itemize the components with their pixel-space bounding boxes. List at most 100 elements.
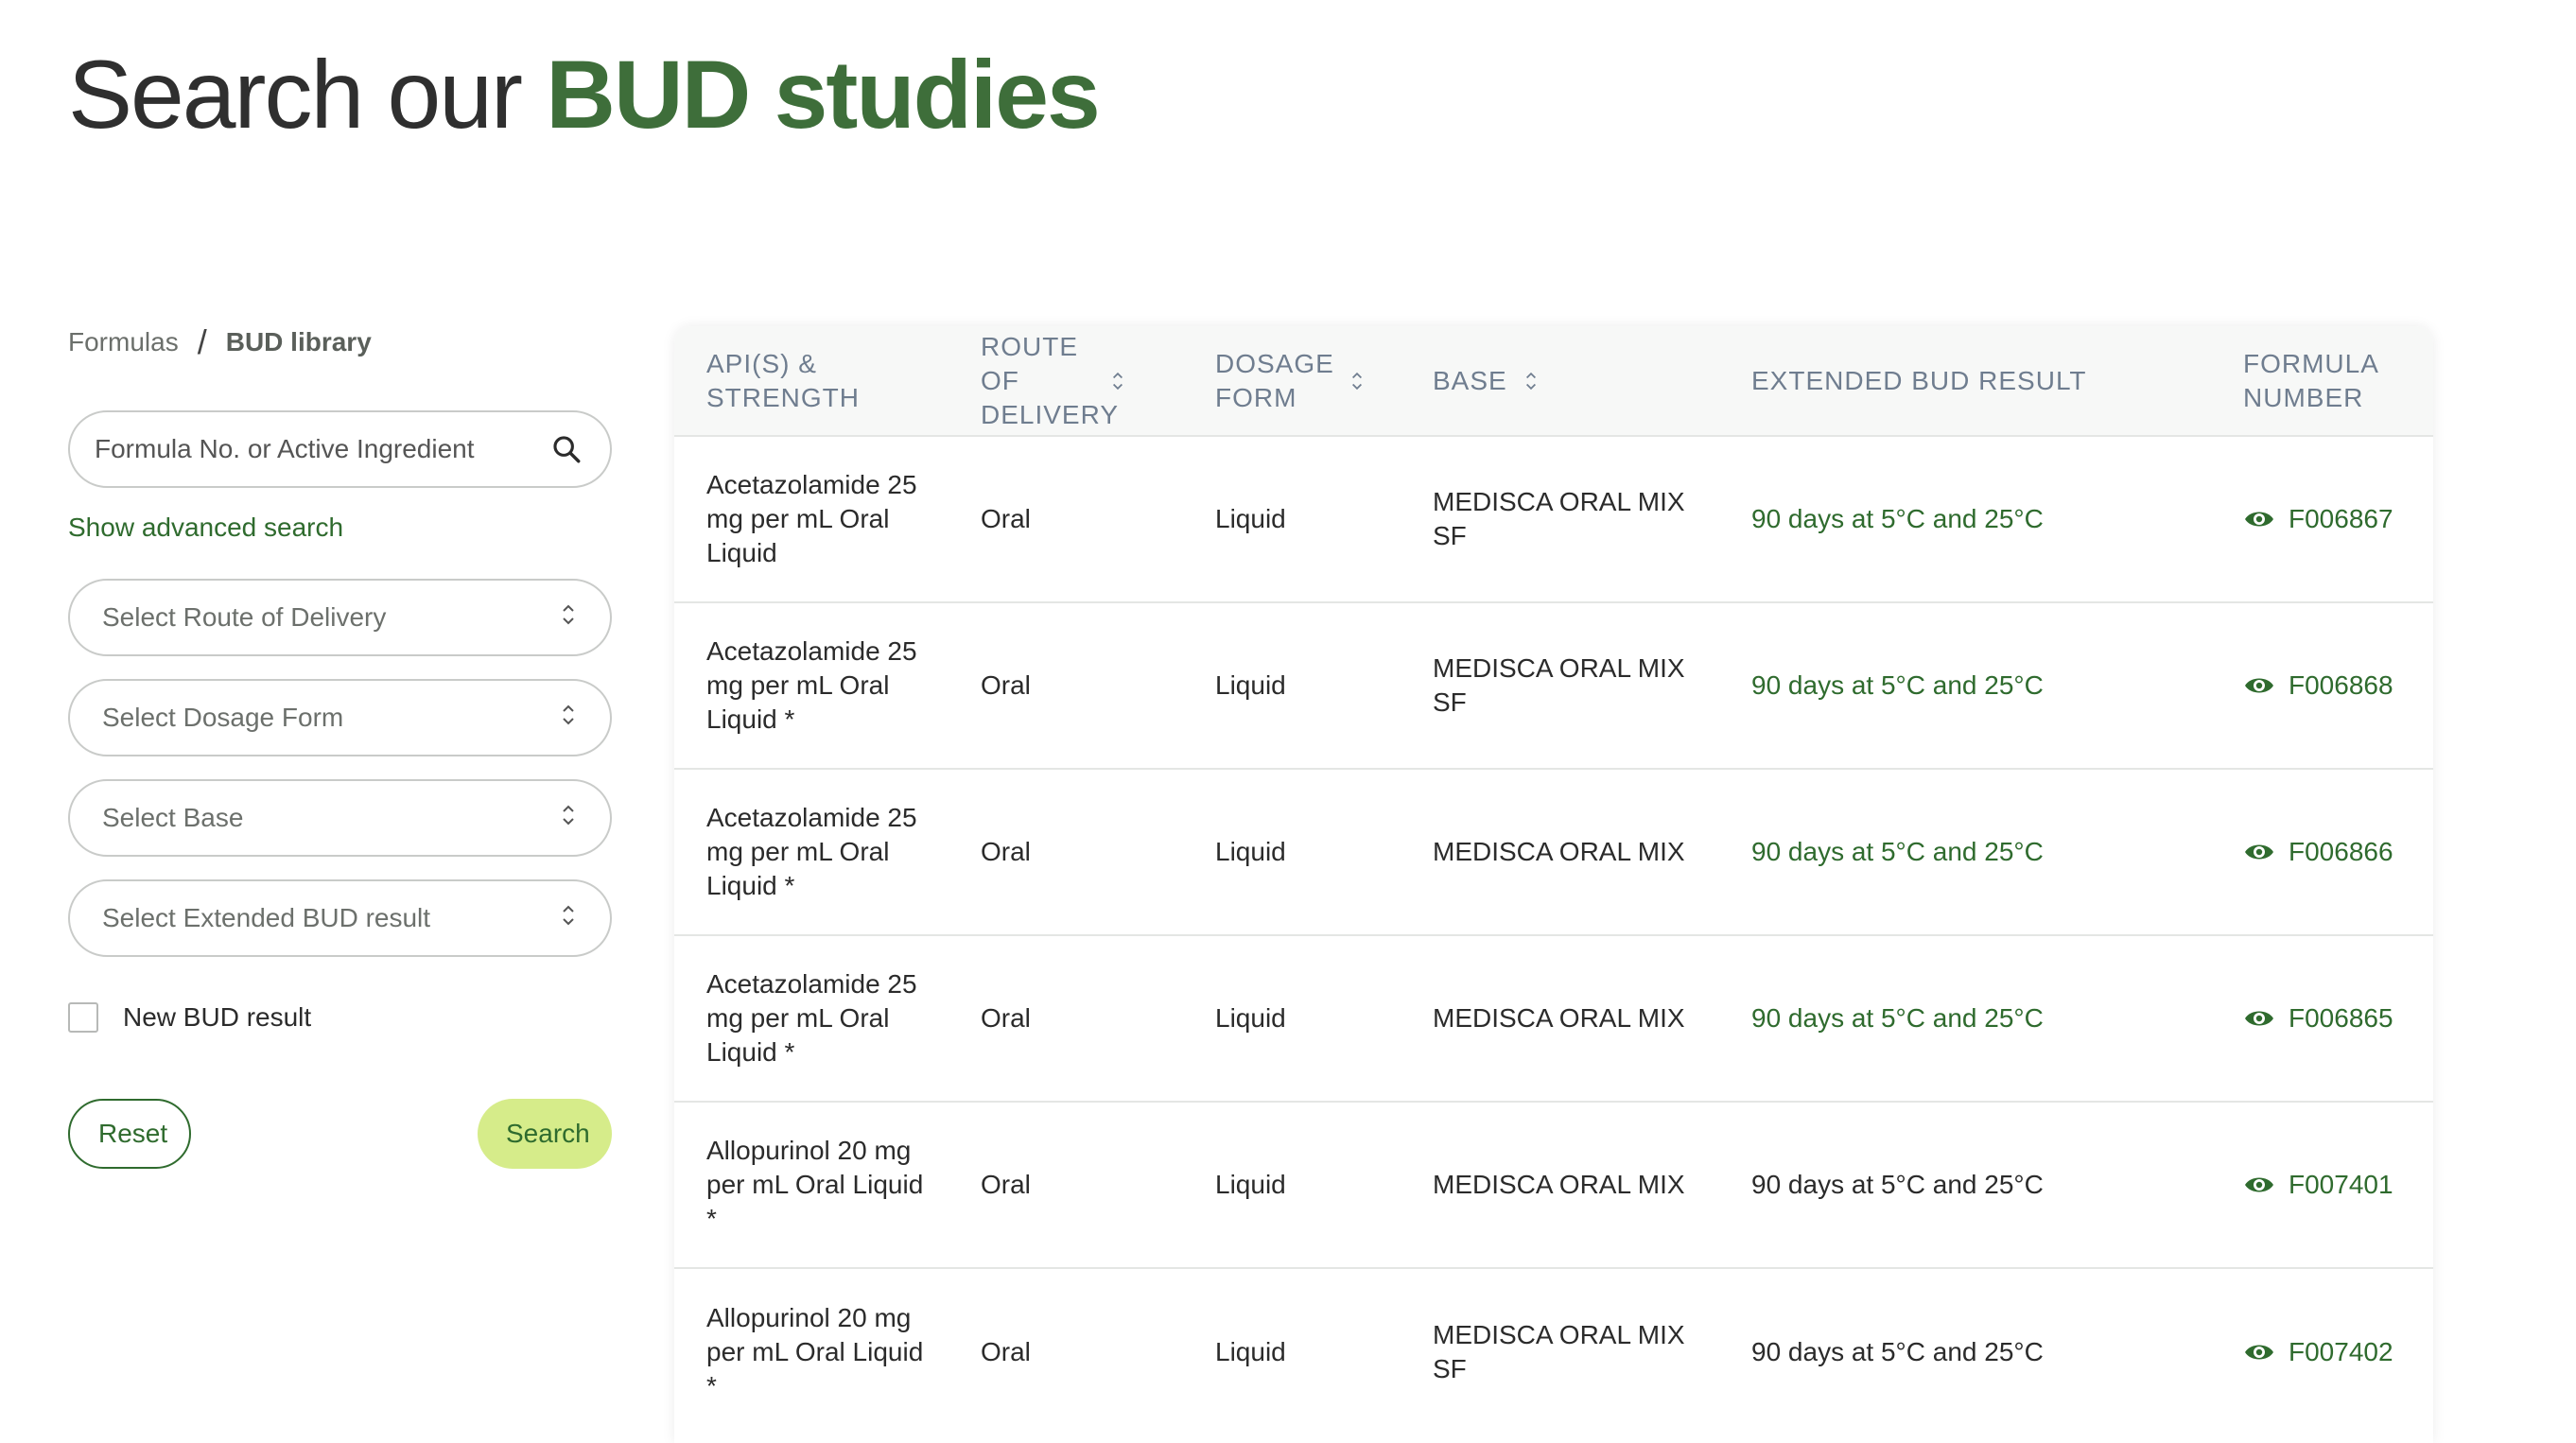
filter-selects: Select Route of Delivery Select Dosage F… xyxy=(68,579,612,957)
table-row: Acetazolamide 25 mg per mL Oral Liquid O… xyxy=(674,435,2433,602)
cell-extended-bud-result: 90 days at 5°C and 25°C xyxy=(1719,768,2211,935)
column-header-base[interactable]: BASE xyxy=(1401,326,1719,436)
column-header-formula-number: FORMULA NUMBER xyxy=(2211,326,2433,436)
formula-number: F007402 xyxy=(2289,1336,2393,1366)
filter-actions: Reset Search xyxy=(68,1099,612,1169)
base-select[interactable]: Select Base xyxy=(68,779,612,857)
dosage-form-select[interactable]: Select Dosage Form xyxy=(68,679,612,756)
formula-link[interactable]: F006867 xyxy=(2243,502,2411,536)
cell-base: MEDISCA ORAL MIX xyxy=(1401,934,1719,1102)
cell-api-strength: Acetazolamide 25 mg per mL Oral Liquid * xyxy=(674,768,949,935)
chevron-up-down-icon xyxy=(561,903,576,934)
column-header-extended-bud-result: EXTENDED BUD RESULT xyxy=(1719,326,2211,436)
search-icon[interactable] xyxy=(548,430,585,468)
formula-number: F006868 xyxy=(2289,670,2393,700)
new-bud-result-checkbox[interactable] xyxy=(68,1002,98,1033)
cell-dosage-form: Liquid xyxy=(1183,934,1401,1102)
eye-icon xyxy=(2243,1007,2275,1030)
sort-icon[interactable] xyxy=(1350,369,1364,393)
formula-link[interactable]: F006865 xyxy=(2243,1001,2411,1035)
column-header-label: API(S) & STRENGTH xyxy=(706,348,860,412)
cell-formula-number: F007401 xyxy=(2211,1101,2433,1268)
search-button[interactable]: Search xyxy=(478,1099,612,1169)
chevron-up-down-icon xyxy=(561,803,576,834)
formula-link[interactable]: F006866 xyxy=(2243,835,2411,869)
cell-dosage-form: Liquid xyxy=(1183,601,1401,769)
cell-extended-bud-result: 90 days at 5°C and 25°C xyxy=(1719,1267,2211,1434)
column-header-label: BASE xyxy=(1433,365,1507,395)
formula-number: F006865 xyxy=(2289,1003,2393,1033)
search-input[interactable] xyxy=(95,434,548,464)
column-header-label: ROUTE OF DELIVERY xyxy=(981,331,1119,429)
page-title-prefix: Search our xyxy=(68,41,547,148)
breadcrumb: Formulas / BUD library xyxy=(68,320,612,365)
cell-api-strength: Acetazolamide 25 mg per mL Oral Liquid * xyxy=(674,601,949,769)
column-header-label: EXTENDED BUD RESULT xyxy=(1751,365,2087,395)
select-label: Select Extended BUD result xyxy=(102,903,431,932)
cell-extended-bud-result: 90 days at 5°C and 25°C xyxy=(1719,435,2211,602)
filter-panel: Formulas / BUD library Show advanced sea… xyxy=(68,320,612,1169)
breadcrumb-current: BUD library xyxy=(225,327,372,356)
cell-formula-number: F006866 xyxy=(2211,768,2433,935)
column-header-api-strength: API(S) & STRENGTH xyxy=(674,326,949,436)
select-label: Select Base xyxy=(102,803,244,832)
table-header-row: API(S) & STRENGTH ROUTE OF DELIVERY DOSA… xyxy=(674,326,2433,436)
cell-route: Oral xyxy=(949,934,1183,1102)
table-row: Acetazolamide 25 mg per mL Oral Liquid *… xyxy=(674,934,2433,1102)
sort-icon[interactable] xyxy=(1524,369,1538,393)
cell-formula-number: F007402 xyxy=(2211,1267,2433,1434)
formula-number: F007401 xyxy=(2289,1170,2393,1199)
select-label: Select Route of Delivery xyxy=(102,602,387,632)
cell-api-strength: Acetazolamide 25 mg per mL Oral Liquid * xyxy=(674,934,949,1102)
extended-bud-result-select[interactable]: Select Extended BUD result xyxy=(68,879,612,957)
table-row: Acetazolamide 25 mg per mL Oral Liquid *… xyxy=(674,601,2433,769)
formula-link[interactable]: F007401 xyxy=(2243,1168,2411,1202)
route-of-delivery-select[interactable]: Select Route of Delivery xyxy=(68,579,612,656)
cell-base: MEDISCA ORAL MIX xyxy=(1401,768,1719,935)
cell-base: MEDISCA ORAL MIX SF xyxy=(1401,435,1719,602)
table-row: Allopurinol 20 mg per mL Oral Liquid * O… xyxy=(674,1101,2433,1268)
breadcrumb-formulas-link[interactable]: Formulas xyxy=(68,327,179,357)
cell-base: MEDISCA ORAL MIX SF xyxy=(1401,601,1719,769)
formula-number: F006867 xyxy=(2289,504,2393,533)
cell-route: Oral xyxy=(949,768,1183,935)
cell-route: Oral xyxy=(949,435,1183,602)
column-header-dosage-form[interactable]: DOSAGE FORM xyxy=(1183,326,1401,436)
eye-icon xyxy=(2243,1174,2275,1196)
search-box xyxy=(68,410,612,488)
sort-icon[interactable] xyxy=(1111,369,1124,393)
column-header-route[interactable]: ROUTE OF DELIVERY xyxy=(949,326,1183,436)
cell-api-strength: Allopurinol 20 mg per mL Oral Liquid * xyxy=(674,1101,949,1268)
eye-icon xyxy=(2243,674,2275,697)
select-label: Select Dosage Form xyxy=(102,703,344,732)
cell-extended-bud-result: 90 days at 5°C and 25°C xyxy=(1719,601,2211,769)
show-advanced-search-link[interactable]: Show advanced search xyxy=(68,509,612,547)
cell-route: Oral xyxy=(949,1101,1183,1268)
cell-formula-number: F006867 xyxy=(2211,435,2433,602)
cell-dosage-form: Liquid xyxy=(1183,435,1401,602)
chevron-up-down-icon xyxy=(561,602,576,634)
eye-icon xyxy=(2243,841,2275,863)
formula-link[interactable]: F006868 xyxy=(2243,669,2411,703)
cell-formula-number: F006865 xyxy=(2211,934,2433,1102)
new-bud-result-option[interactable]: New BUD result xyxy=(68,999,612,1036)
cell-api-strength: Allopurinol 20 mg per mL Oral Liquid * xyxy=(674,1267,949,1434)
cell-api-strength: Acetazolamide 25 mg per mL Oral Liquid xyxy=(674,435,949,602)
formula-number: F006866 xyxy=(2289,837,2393,866)
results-table-container: API(S) & STRENGTH ROUTE OF DELIVERY DOSA… xyxy=(674,326,2433,1443)
cell-extended-bud-result: 90 days at 5°C and 25°C xyxy=(1719,934,2211,1102)
eye-icon xyxy=(2243,1341,2275,1364)
table-row: Acetazolamide 25 mg per mL Oral Liquid *… xyxy=(674,768,2433,935)
reset-button[interactable]: Reset xyxy=(68,1099,191,1169)
formula-link[interactable]: F007402 xyxy=(2243,1335,2411,1369)
cell-dosage-form: Liquid xyxy=(1183,768,1401,935)
cell-dosage-form: Liquid xyxy=(1183,1267,1401,1434)
column-header-label: DOSAGE FORM xyxy=(1215,348,1334,412)
table-row: Allopurinol 20 mg per mL Oral Liquid * O… xyxy=(674,1267,2433,1434)
new-bud-result-label: New BUD result xyxy=(123,1002,312,1032)
cell-base: MEDISCA ORAL MIX SF xyxy=(1401,1267,1719,1434)
cell-dosage-form: Liquid xyxy=(1183,1101,1401,1268)
cell-route: Oral xyxy=(949,601,1183,769)
chevron-up-down-icon xyxy=(561,703,576,734)
results-table: API(S) & STRENGTH ROUTE OF DELIVERY DOSA… xyxy=(674,326,2433,1434)
